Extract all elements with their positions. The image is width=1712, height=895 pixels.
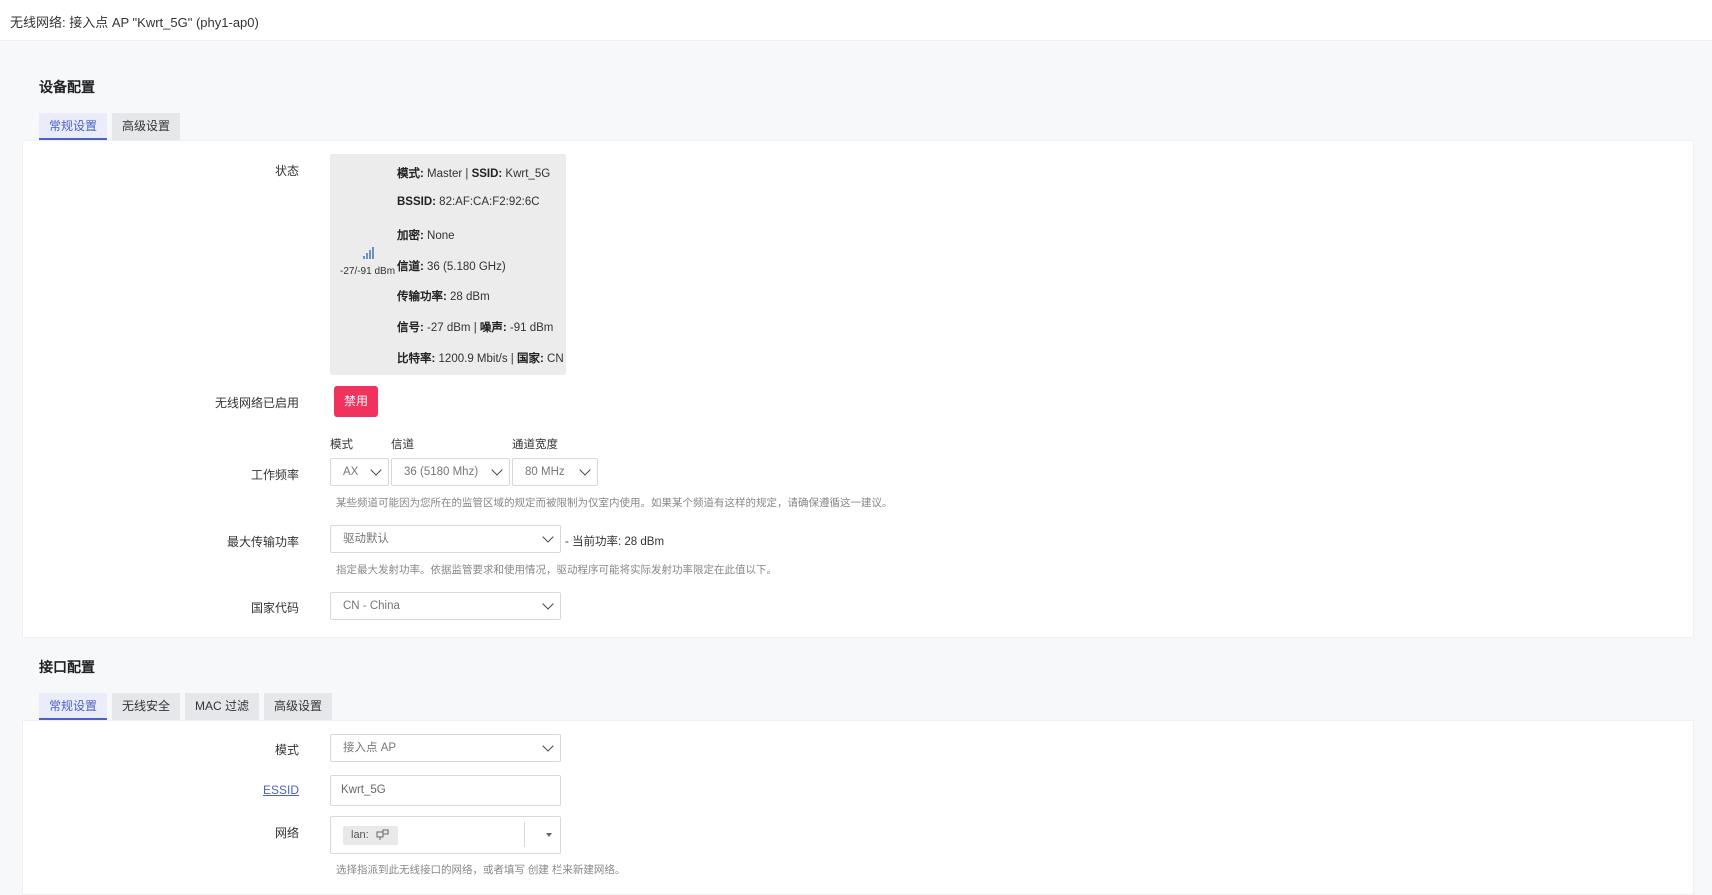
- mode-column-label: 模式: [330, 439, 353, 451]
- wireless-enabled-label: 无线网络已启用: [214, 396, 299, 410]
- country-select-value: CN - China: [343, 600, 400, 612]
- network-label: 网络: [274, 826, 299, 840]
- status-line-bitrate: 比特率: 1200.9 Mbit/s | 国家: CN: [397, 353, 564, 365]
- disable-wireless-button[interactable]: 禁用: [334, 386, 378, 417]
- max-power-label: 最大传输功率: [226, 535, 299, 549]
- network-select[interactable]: lan:: [330, 816, 561, 854]
- status-line-signal: 信号: -27 dBm | 噪声: -91 dBm: [397, 322, 554, 334]
- interface-tab-mac-filter[interactable]: MAC 过滤: [185, 693, 260, 720]
- signal-readout: -27/-91 dBm: [340, 266, 396, 277]
- current-power-text: - 当前功率: 28 dBm: [565, 536, 665, 548]
- essid-label[interactable]: ESSID: [263, 783, 299, 797]
- mode-select-value: AX: [343, 466, 359, 478]
- max-power-select[interactable]: 驱动默认: [330, 525, 561, 553]
- signal-strength-icon: [363, 247, 374, 259]
- interface-tab-advanced[interactable]: 高级设置: [264, 693, 333, 720]
- status-line-encryption: 加密: None: [397, 230, 455, 242]
- top-bar: 无线网络: 接入点 AP "Kwrt_5G" (phy1-ap0): [0, 0, 1712, 41]
- interface-mode-value: 接入点 AP: [343, 742, 397, 754]
- chevron-down-icon: [542, 740, 554, 752]
- width-column-label: 通道宽度: [512, 439, 558, 451]
- frequency-hint: 某些频道可能因为您所在的监管区域的规定而被限制为仅室内使用。如果某个频道有这样的…: [336, 497, 893, 509]
- status-line-txpower: 传输功率: 28 dBm: [397, 291, 490, 303]
- device-panel: [22, 140, 1694, 638]
- device-tab-general[interactable]: 常规设置: [39, 113, 108, 140]
- essid-input[interactable]: Kwrt_5G: [330, 775, 561, 806]
- width-select[interactable]: 80 MHz: [512, 458, 598, 486]
- chevron-down-icon: [542, 598, 554, 610]
- channel-column-label: 信道: [391, 439, 414, 451]
- network-select-divider: [524, 822, 525, 847]
- device-tab-advanced[interactable]: 高级设置: [112, 113, 181, 140]
- device-tabs: 常规设置 高级设置: [39, 113, 181, 140]
- network-hint: 选择指派到此无线接口的网络，或者填写 创建 栏来新建网络。: [336, 864, 626, 876]
- network-chip-label: lan:: [351, 829, 369, 841]
- status-label: 状态: [274, 164, 299, 178]
- chevron-down-icon: [579, 464, 591, 476]
- network-chip[interactable]: lan:: [343, 826, 398, 845]
- chevron-down-icon: [370, 464, 382, 476]
- interface-panel: [22, 720, 1694, 895]
- frequency-label: 工作频率: [250, 468, 299, 482]
- interface-tabs: 常规设置 无线安全 MAC 过滤 高级设置: [39, 693, 333, 720]
- interface-tab-security[interactable]: 无线安全: [112, 693, 181, 720]
- network-device-icon: [376, 829, 389, 841]
- status-line-bssid: BSSID: 82:AF:CA:F2:92:6C: [397, 196, 540, 208]
- status-line-mode: 模式: Master | SSID: Kwrt_5G: [397, 168, 551, 180]
- caret-down-icon[interactable]: [546, 833, 552, 837]
- channel-select-value: 36 (5180 Mhz): [404, 466, 479, 478]
- status-box: -27/-91 dBm 模式: Master | SSID: Kwrt_5G B…: [330, 154, 566, 375]
- chevron-down-icon: [542, 531, 554, 543]
- status-line-channel: 信道: 36 (5.180 GHz): [397, 261, 506, 273]
- interface-section-title: 接口配置: [39, 659, 95, 675]
- channel-select[interactable]: 36 (5180 Mhz): [391, 458, 510, 486]
- max-power-select-value: 驱动默认: [343, 533, 389, 545]
- page-title: 无线网络: 接入点 AP "Kwrt_5G" (phy1-ap0): [10, 15, 259, 30]
- interface-mode-select[interactable]: 接入点 AP: [330, 734, 561, 762]
- interface-mode-label: 模式: [274, 743, 299, 757]
- mode-select[interactable]: AX: [330, 458, 389, 486]
- country-select[interactable]: CN - China: [330, 592, 561, 620]
- device-section-title: 设备配置: [39, 79, 95, 95]
- chevron-down-icon: [491, 464, 503, 476]
- max-power-hint: 指定最大发射功率。依据监管要求和使用情况，驱动程序可能将实际发射功率限定在此值以…: [336, 564, 777, 576]
- width-select-value: 80 MHz: [525, 466, 565, 478]
- interface-tab-general[interactable]: 常规设置: [39, 693, 108, 720]
- country-label: 国家代码: [250, 601, 299, 615]
